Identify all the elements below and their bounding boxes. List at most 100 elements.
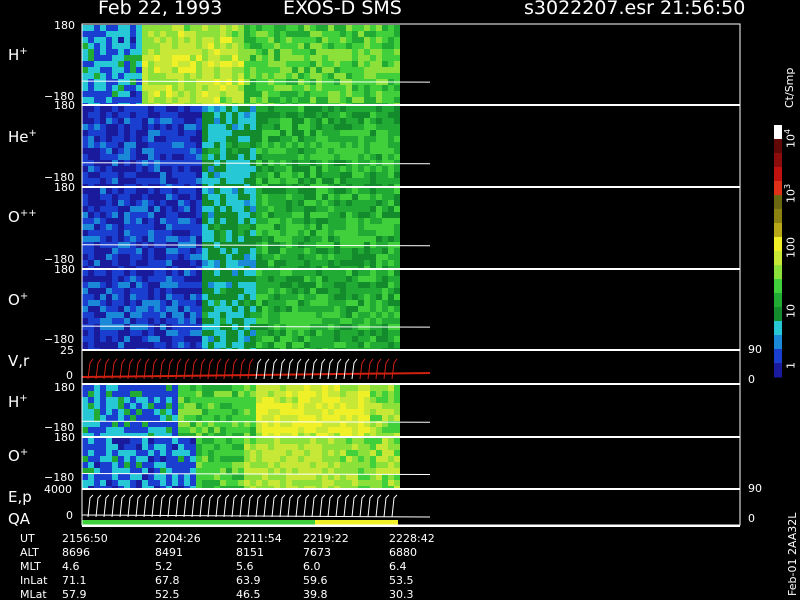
- spectrogram-cell: [184, 312, 190, 318]
- spectrogram-cell: [340, 178, 346, 184]
- spectrogram-cell: [118, 397, 124, 403]
- spectrogram-cell: [328, 178, 334, 184]
- spectrogram-cell: [142, 224, 148, 230]
- spectrogram-cell: [268, 154, 274, 160]
- spectrogram-cell: [220, 43, 226, 49]
- spectrogram-cell: [202, 206, 208, 212]
- spectrogram-cell: [238, 55, 244, 61]
- spectrogram-cell: [88, 300, 94, 306]
- spectrogram-cell: [142, 391, 148, 397]
- spectrogram-cell: [280, 136, 286, 142]
- spectrogram-cell: [268, 462, 274, 468]
- spectrogram-cell: [358, 462, 364, 468]
- spectrogram-cell: [286, 312, 292, 318]
- spectrogram-cell: [100, 433, 106, 436]
- spectrogram-cell: [94, 118, 100, 124]
- spectrogram-cell: [298, 118, 304, 124]
- spectrogram-cell: [250, 236, 256, 242]
- spectrogram-cell: [364, 266, 370, 268]
- spectrogram-cell: [334, 385, 340, 391]
- spectrogram-cell: [286, 130, 292, 136]
- spectrogram-cell: [112, 61, 118, 67]
- spectrogram-cell: [382, 142, 388, 148]
- spectrogram-cell: [262, 49, 268, 55]
- spectrogram-cell: [274, 31, 280, 37]
- spectrogram-cell: [280, 154, 286, 160]
- spectrogram-cell: [394, 85, 400, 91]
- spectrogram-cell: [100, 318, 106, 324]
- spectrogram-cell: [334, 49, 340, 55]
- spectrogram-cell: [292, 468, 298, 474]
- spectrogram-cell: [112, 236, 118, 242]
- spectrogram-cell: [286, 224, 292, 230]
- spectrogram-cell: [142, 31, 148, 37]
- spectrogram-cell: [292, 260, 298, 266]
- spectrogram-cell: [94, 37, 100, 43]
- spectrogram-cell: [268, 415, 274, 421]
- spectrogram-cell: [82, 142, 88, 148]
- spectrogram-cell: [166, 43, 172, 49]
- spectrogram-cell: [196, 178, 202, 184]
- spectrogram-cell: [244, 118, 250, 124]
- spectrogram-cell: [268, 236, 274, 242]
- spectrogram-cell: [280, 342, 286, 348]
- spectrogram-cell: [292, 288, 298, 294]
- spectrogram-cell: [238, 276, 244, 282]
- spectrogram-cell: [202, 456, 208, 462]
- spectrogram-cell: [364, 276, 370, 282]
- spectrogram-cell: [244, 230, 250, 236]
- colorbar-segment: [774, 167, 782, 182]
- spectrogram-cell: [280, 260, 286, 266]
- spectrogram-cell: [88, 462, 94, 468]
- spectrogram-cell: [262, 348, 268, 349]
- spectrogram-cell: [178, 336, 184, 342]
- spectrogram-cell: [82, 248, 88, 254]
- spectrogram-cell: [142, 336, 148, 342]
- spectrogram-cell: [244, 172, 250, 178]
- spectrogram-cell: [304, 49, 310, 55]
- spectrogram-cell: [88, 91, 94, 97]
- spectrogram-cell: [196, 342, 202, 348]
- spectrogram-cell: [214, 318, 220, 324]
- spectrogram-cell: [370, 142, 376, 148]
- spectrogram-cell: [88, 43, 94, 49]
- spectrogram-cell: [136, 444, 142, 450]
- spectrogram-cell: [232, 433, 238, 436]
- spectrogram-cell: [136, 218, 142, 224]
- spectrogram-cell: [316, 486, 322, 488]
- spectrogram-cell: [226, 154, 232, 160]
- spectrogram-cell: [184, 112, 190, 118]
- spectrogram-cell: [358, 142, 364, 148]
- spectrogram-cell: [190, 409, 196, 415]
- spectrogram-cell: [112, 103, 118, 104]
- spectrogram-cell: [274, 480, 280, 486]
- spectrogram-cell: [130, 385, 136, 391]
- spectrogram-cell: [160, 403, 166, 409]
- spectrogram-cell: [334, 97, 340, 103]
- spectrogram-cell: [172, 106, 178, 112]
- spectrogram-cell: [172, 67, 178, 73]
- spectrogram-cell: [388, 188, 394, 194]
- ytick-bottom-5: 0: [66, 369, 73, 382]
- spectrogram-cell: [352, 212, 358, 218]
- spectrogram-cell: [250, 49, 256, 55]
- spectrogram-cell: [346, 118, 352, 124]
- spectrogram-cell: [376, 172, 382, 178]
- spectrogram-cell: [220, 397, 226, 403]
- spectrogram-cell: [376, 336, 382, 342]
- spectrogram-cell: [232, 43, 238, 49]
- spectrogram-cell: [334, 130, 340, 136]
- spectrogram-cell: [376, 85, 382, 91]
- spectrogram-cell: [316, 55, 322, 61]
- spectrogram-cell: [208, 254, 214, 260]
- spectrogram-cell: [316, 438, 322, 444]
- spectrogram-cell: [382, 306, 388, 312]
- spectrogram-cell: [370, 200, 376, 206]
- table-cell: 2211:54: [236, 532, 282, 545]
- spectrogram-cell: [376, 450, 382, 456]
- spectrogram-cell: [298, 462, 304, 468]
- spectrogram-cell: [376, 154, 382, 160]
- spectrogram-cell: [148, 142, 154, 148]
- spectrogram-cell: [340, 391, 346, 397]
- spectrogram-cell: [298, 348, 304, 349]
